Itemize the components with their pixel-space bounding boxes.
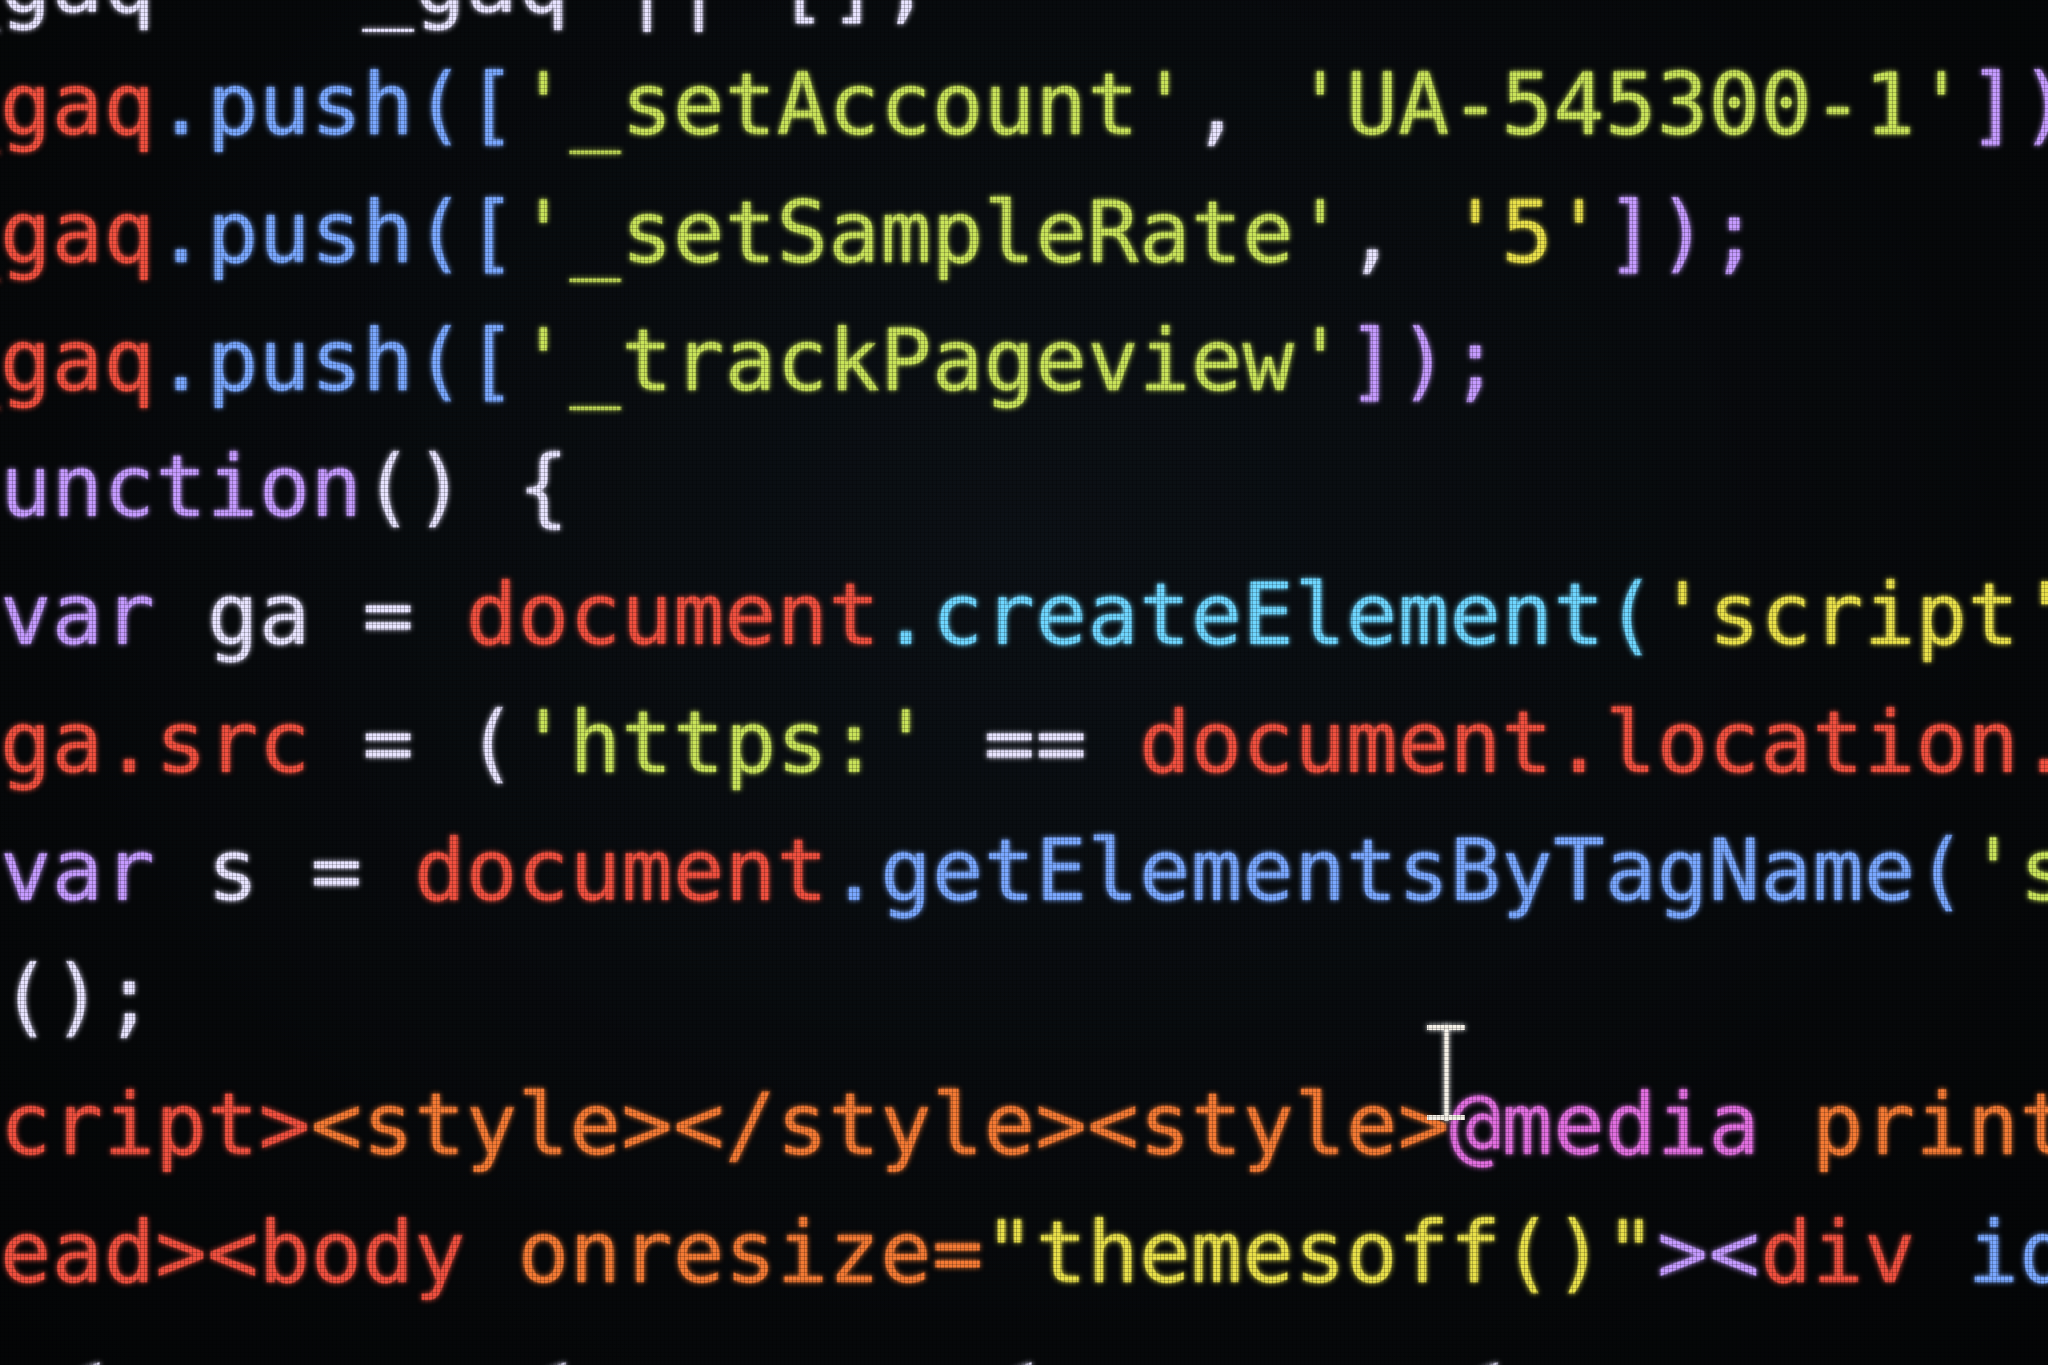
code-token: div bbox=[1760, 1203, 1916, 1303]
code-token: <body bbox=[206, 1203, 518, 1303]
code-token: (); bbox=[0, 947, 156, 1047]
code-area[interactable]: _gaq _gaq || [];_gaq.push(['_setAccount'… bbox=[0, 0, 2048, 1365]
code-token: , bbox=[1190, 55, 1295, 155]
code-line: script><style></style><style>@media prin… bbox=[0, 1082, 2048, 1168]
code-token: '5' bbox=[1449, 183, 1605, 283]
code-token: ga.src bbox=[0, 693, 311, 793]
code-token: document bbox=[465, 565, 880, 665]
code-token: () { bbox=[362, 437, 570, 537]
code-token: _gaq bbox=[0, 55, 156, 155]
code-token: .location.protocol bbox=[1553, 693, 2048, 793]
code-line: var ga = document.createElement('script'… bbox=[0, 572, 2048, 658]
code-token: script> bbox=[0, 1075, 311, 1175]
text-cursor-icon bbox=[1427, 1025, 1465, 1121]
code-line: (); bbox=[0, 954, 155, 1040]
code-token: _gaq _gaq || []; bbox=[0, 0, 932, 33]
code-token: == bbox=[931, 693, 1139, 793]
code-token: ]); bbox=[1604, 183, 1761, 283]
code-token: .getElementsByTagName( bbox=[828, 821, 1968, 921]
code-line: function() { bbox=[0, 444, 569, 530]
code-line: var s = document.getElementsByTagName('s… bbox=[0, 828, 2048, 914]
code-line: head><body onresize="themesoff()"><div i… bbox=[0, 1210, 2048, 1296]
code-token: "themesoff()" bbox=[983, 1203, 1657, 1303]
code-token: <style></style><style> bbox=[310, 1075, 1450, 1175]
code-token: document bbox=[414, 821, 829, 921]
code-token: .push([ bbox=[155, 311, 518, 411]
code-token: ]); bbox=[1967, 55, 2048, 155]
code-line: ga.src = ('https:' == document.location.… bbox=[0, 700, 2048, 786]
code-token: var bbox=[0, 565, 156, 665]
code-token: onresize= bbox=[517, 1203, 984, 1303]
code-token: < . . < . . < . . < bbox=[0, 1331, 1502, 1365]
code-token: @media bbox=[1449, 1075, 1761, 1175]
code-token: .push([ bbox=[155, 183, 518, 283]
code-token: ga = bbox=[155, 565, 466, 665]
code-token: s = bbox=[155, 821, 414, 921]
code-token: 'https:' bbox=[517, 693, 932, 793]
code-token: _gaq bbox=[0, 311, 156, 411]
code-token: 'script' bbox=[1656, 565, 2048, 665]
code-token: head> bbox=[0, 1203, 207, 1303]
code-line: < . . < . . < . . < bbox=[0, 1338, 1502, 1365]
code-token: = ( bbox=[310, 693, 518, 793]
code-token: 'script bbox=[1967, 821, 2048, 921]
code-token: .push([ bbox=[155, 55, 518, 155]
code-line: _gaq.push(['_setSampleRate', '5']); bbox=[0, 190, 1760, 276]
code-token: var bbox=[0, 821, 156, 921]
code-token: '_setAccount' bbox=[517, 55, 1191, 155]
code-token: , bbox=[1345, 183, 1450, 283]
code-token: .createElement( bbox=[880, 565, 1657, 665]
code-token: print bbox=[1811, 1075, 2048, 1175]
code-line: _gaq.push(['_setAccount', 'UA-545300-1']… bbox=[0, 62, 2048, 148]
code-token: '_setSampleRate' bbox=[517, 183, 1346, 283]
code-token: function bbox=[0, 437, 363, 537]
code-token: document bbox=[1138, 693, 1554, 793]
code-token: 'UA-545300-1' bbox=[1294, 55, 1968, 155]
code-line: _gaq _gaq || []; bbox=[0, 0, 932, 26]
code-token: _gaq bbox=[0, 183, 156, 283]
code-line: _gaq.push(['_trackPageview']); bbox=[0, 318, 1501, 404]
code-token: ]); bbox=[1345, 311, 1502, 411]
code-token: id= bbox=[1967, 1203, 2048, 1303]
code-token: >< bbox=[1656, 1203, 1761, 1303]
code-token: '_trackPageview' bbox=[517, 311, 1346, 411]
code-editor-screen: _gaq _gaq || [];_gaq.push(['_setAccount'… bbox=[0, 0, 2048, 1365]
